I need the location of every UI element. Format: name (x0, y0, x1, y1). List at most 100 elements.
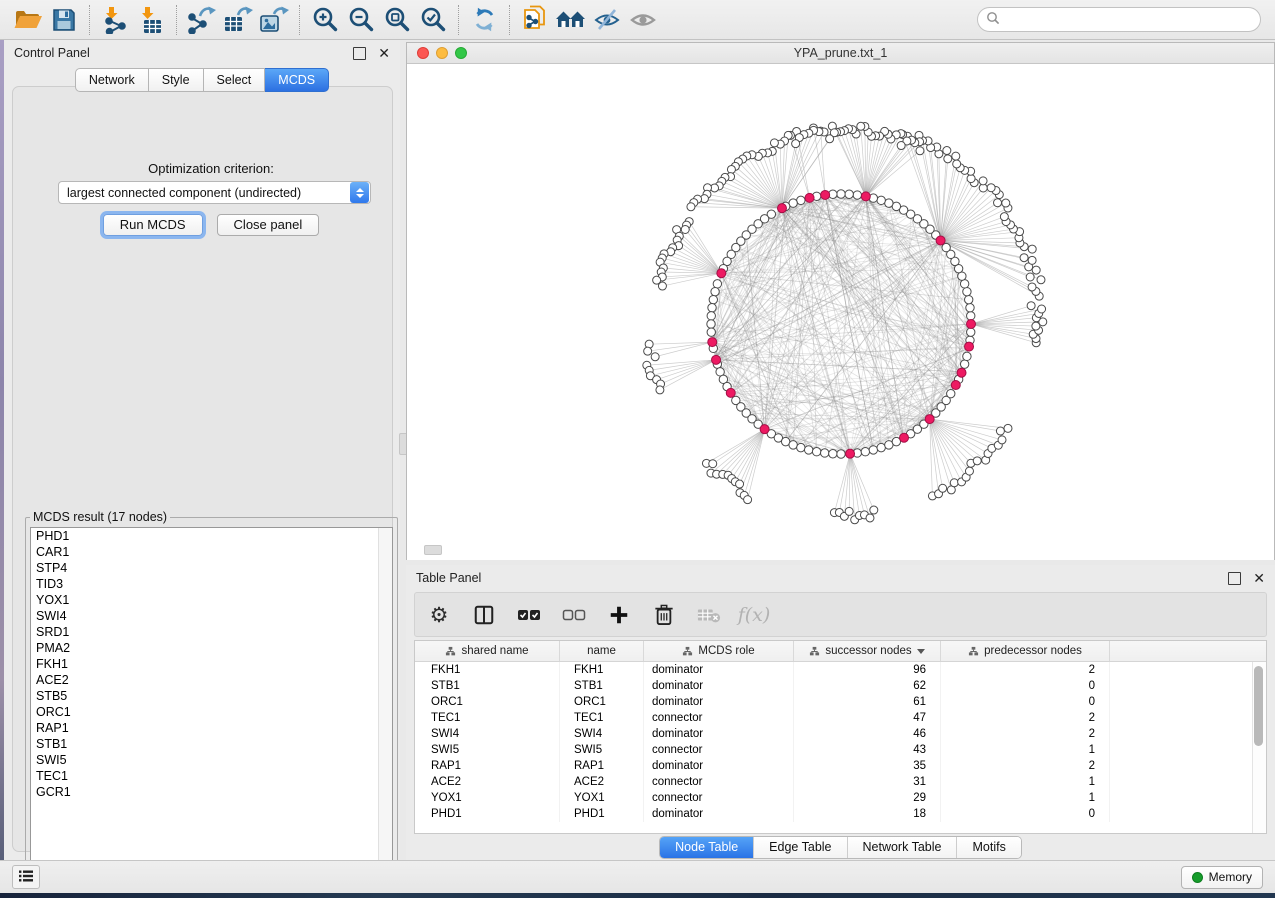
tab-select[interactable]: Select (204, 68, 266, 92)
deselect-all-icon[interactable] (562, 603, 586, 627)
mcds-result-item[interactable]: SWI4 (31, 608, 392, 624)
table-row[interactable]: ACE2ACE2connector311 (415, 774, 1266, 790)
table-panel: Table Panel ✕ ⚙ f(x) shared namenameMCDS… (406, 565, 1275, 860)
table-row[interactable]: PHD1PHD1dominator180 (415, 806, 1266, 822)
memory-button[interactable]: Memory (1181, 866, 1263, 889)
mcds-result-item[interactable]: RAP1 (31, 720, 392, 736)
table-row[interactable]: FKH1FKH1dominator962 (415, 662, 1266, 678)
settings-gear-icon[interactable]: ⚙ (427, 603, 451, 627)
split-columns-icon[interactable] (472, 603, 496, 627)
network-graph-svg[interactable] (407, 64, 1274, 560)
hide-eye-button[interactable] (589, 3, 625, 37)
zoom-fit-button[interactable] (379, 3, 415, 37)
task-history-button[interactable] (12, 865, 40, 889)
delete-table-icon[interactable] (697, 603, 721, 627)
zoom-in-button[interactable] (307, 3, 343, 37)
tab-mcds[interactable]: MCDS (265, 68, 329, 92)
zoom-selected-button[interactable] (415, 3, 451, 37)
table-scrollbar[interactable] (1252, 662, 1266, 833)
float-panel-icon[interactable] (353, 47, 366, 60)
run-mcds-button[interactable]: Run MCDS (103, 214, 203, 236)
save-button[interactable] (46, 3, 82, 37)
table-cell: 1 (941, 790, 1110, 806)
table-row[interactable]: RAP1RAP1dominator352 (415, 758, 1266, 774)
mcds-result-item[interactable]: YOX1 (31, 592, 392, 608)
mcds-result-item[interactable]: GCR1 (31, 784, 392, 800)
tab-network-table[interactable]: Network Table (847, 837, 957, 858)
table-cell: 61 (794, 694, 941, 710)
tab-edge-table[interactable]: Edge Table (753, 837, 846, 858)
table-row[interactable]: TEC1TEC1connector472 (415, 710, 1266, 726)
delete-column-icon[interactable] (652, 603, 676, 627)
table-cell: 35 (794, 758, 941, 774)
table-scrollbar-thumb[interactable] (1254, 666, 1263, 746)
close-panel-icon[interactable]: ✕ (378, 48, 390, 59)
mcds-result-item[interactable]: STP4 (31, 560, 392, 576)
select-all-icon[interactable] (517, 603, 541, 627)
add-column-icon[interactable] (607, 603, 631, 627)
show-eye-button[interactable] (625, 3, 661, 37)
mcds-result-item[interactable]: PMA2 (31, 640, 392, 656)
mcds-result-item[interactable]: FKH1 (31, 656, 392, 672)
close-panel-button[interactable]: Close panel (217, 214, 320, 236)
mcds-result-item[interactable]: TID3 (31, 576, 392, 592)
mcds-result-item[interactable]: PHD1 (31, 528, 392, 544)
function-builder-icon[interactable]: f(x) (742, 603, 766, 627)
table-header-row: shared name name MCDS rolesuccessor nodesp… (415, 641, 1266, 662)
dropdown-stepper-icon (350, 182, 369, 203)
mcds-result-item[interactable]: TEC1 (31, 768, 392, 784)
duplicate-network-icon (522, 5, 548, 35)
mcds-result-item[interactable]: STB1 (31, 736, 392, 752)
network-canvas[interactable] (407, 64, 1274, 560)
column-header-successor-nodes[interactable]: successor nodes (794, 641, 941, 661)
network-window-titlebar[interactable]: YPA_prune.txt_1 (407, 43, 1274, 64)
mcds-result-item[interactable]: SRD1 (31, 624, 392, 640)
table-cell: SWI4 (415, 726, 560, 742)
mcds-result-item[interactable]: SWI5 (31, 752, 392, 768)
mcds-result-item[interactable]: CAR1 (31, 544, 392, 560)
column-header-predecessor-nodes[interactable]: predecessor nodes (941, 641, 1110, 661)
column-header-label: name (587, 642, 616, 661)
home-networks-button[interactable] (553, 3, 589, 37)
mcds-result-item[interactable]: ACE2 (31, 672, 392, 688)
table-row[interactable]: ORC1ORC1dominator610 (415, 694, 1266, 710)
table-row[interactable]: SWI4SWI4dominator462 (415, 726, 1266, 742)
import-table-button[interactable] (133, 3, 169, 37)
import-network-button[interactable] (97, 3, 133, 37)
mcds-result-item[interactable]: STB5 (31, 688, 392, 704)
close-panel-icon[interactable]: ✕ (1253, 573, 1265, 584)
column-header-shared-name[interactable]: shared name (415, 641, 560, 661)
mcds-result-item[interactable]: ORC1 (31, 704, 392, 720)
refresh-button[interactable] (466, 3, 502, 37)
horizontal-splitter-handle[interactable] (424, 545, 442, 555)
table-panel-tabs: Node TableEdge TableNetwork TableMotifs (659, 836, 1022, 859)
search-input[interactable] (1000, 12, 1252, 28)
table-cell: 1 (941, 742, 1110, 758)
open-button[interactable] (10, 3, 46, 37)
table-row[interactable]: STB1STB1dominator620 (415, 678, 1266, 694)
table-row[interactable]: YOX1YOX1connector291 (415, 790, 1266, 806)
tab-node-table[interactable]: Node Table (660, 837, 753, 858)
task-list-icon (18, 869, 34, 886)
export-table-button[interactable] (220, 3, 256, 37)
table-row[interactable]: SWI5SWI5connector431 (415, 742, 1266, 758)
table-cell: SWI5 (415, 742, 560, 758)
search-field[interactable] (977, 7, 1261, 32)
export-image-button[interactable] (256, 3, 292, 37)
mcds-list-scrollbar[interactable] (378, 528, 392, 876)
tab-style[interactable]: Style (149, 68, 204, 92)
table-cell: STB1 (415, 678, 560, 694)
export-network-button[interactable] (184, 3, 220, 37)
criterion-dropdown[interactable]: largest connected component (undirected) (58, 181, 371, 204)
table-cell: FKH1 (415, 662, 560, 678)
tab-network[interactable]: Network (75, 68, 149, 92)
column-header-name[interactable]: name (560, 641, 644, 661)
column-header-mcds-role[interactable]: MCDS role (644, 641, 794, 661)
table-cell: 18 (794, 806, 941, 822)
table-cell: 1 (941, 774, 1110, 790)
tab-motifs[interactable]: Motifs (956, 837, 1020, 858)
toolbar-separator (509, 5, 510, 35)
zoom-out-button[interactable] (343, 3, 379, 37)
float-panel-icon[interactable] (1228, 572, 1241, 585)
duplicate-network-button[interactable] (517, 3, 553, 37)
